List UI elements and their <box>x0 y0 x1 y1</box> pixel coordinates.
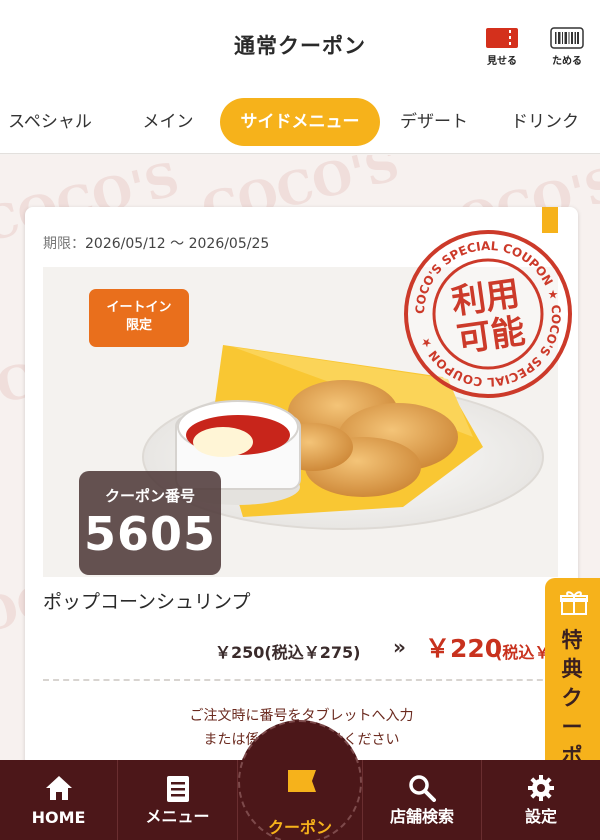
nav-home[interactable]: HOME <box>0 760 118 840</box>
app-header: 通常クーポン 見せる ためる <box>0 0 600 90</box>
eat-in-label: イートイン <box>106 300 172 315</box>
menu-book-icon <box>166 776 189 802</box>
nav-menu-label: メニュー <box>145 807 210 826</box>
coupon-card[interactable]: 期限：2026/05/12 〜 2026/05/25 イートイン 限定 クーポン… <box>25 207 578 767</box>
nav-store-label: 店舗検索 <box>389 807 454 826</box>
tab-special[interactable]: スペシャル <box>0 98 100 146</box>
tab-dessert[interactable]: デザート <box>392 98 476 146</box>
tab-drink[interactable]: ドリンク <box>500 98 590 146</box>
tab-side-menu[interactable]: サイドメニュー <box>220 98 380 146</box>
expiry-value: 2026/05/12 〜 2026/05/25 <box>85 236 270 252</box>
search-icon <box>409 775 436 802</box>
limited-label: 限定 <box>125 318 152 333</box>
sale-price: ￥220 <box>425 634 503 663</box>
nav-home-label: HOME <box>31 808 86 827</box>
item-name: ポップコーンシュリンプ <box>43 591 251 613</box>
barcode-icon <box>550 27 584 49</box>
coupon-number: 5605 <box>83 507 217 561</box>
ticket-icon <box>486 28 518 48</box>
available-stamp: COCO'S SPECIAL COUPON ★ COCO'S SPECIAL C… <box>404 230 572 398</box>
nav-settings[interactable]: 設定 <box>482 760 600 840</box>
tab-main[interactable]: メイン <box>128 98 208 146</box>
save-button[interactable]: ためる <box>545 27 589 67</box>
price-arrow-icon: » <box>393 635 406 659</box>
gift-icon <box>560 591 588 615</box>
nav-settings-label: 設定 <box>524 807 557 826</box>
home-icon <box>45 776 72 800</box>
show-button[interactable]: 見せる <box>480 27 524 67</box>
coupon-icon <box>288 770 316 792</box>
dashed-divider <box>43 679 563 681</box>
price-row: ￥250(税込￥275) » ￥220 (税込￥242) <box>215 627 578 667</box>
coupon-number-label: クーポン番号 <box>104 487 195 505</box>
special-coupon-side-tab[interactable]: 特典クーポン <box>545 578 600 797</box>
show-button-label: 見せる <box>487 56 517 67</box>
coupon-number-box: クーポン番号 5605 <box>79 471 221 575</box>
nav-store-search[interactable]: 店舗検索 <box>362 760 482 840</box>
save-button-label: ためる <box>552 56 582 67</box>
eat-in-only-badge: イートイン 限定 <box>89 289 189 347</box>
nav-menu[interactable]: メニュー <box>118 760 238 840</box>
expiry-label: 期限： <box>43 236 85 252</box>
original-price: ￥250(税込￥275) <box>215 643 361 662</box>
category-tabs: スペシャル メイン サイドメニュー デザート ドリンク <box>0 90 600 154</box>
gear-icon <box>528 775 554 801</box>
nav-coupon-label: クーポン <box>267 818 332 837</box>
nav-coupon[interactable]: クーポン <box>238 720 362 840</box>
expiry-period: 期限：2026/05/12 〜 2026/05/25 <box>43 233 269 253</box>
